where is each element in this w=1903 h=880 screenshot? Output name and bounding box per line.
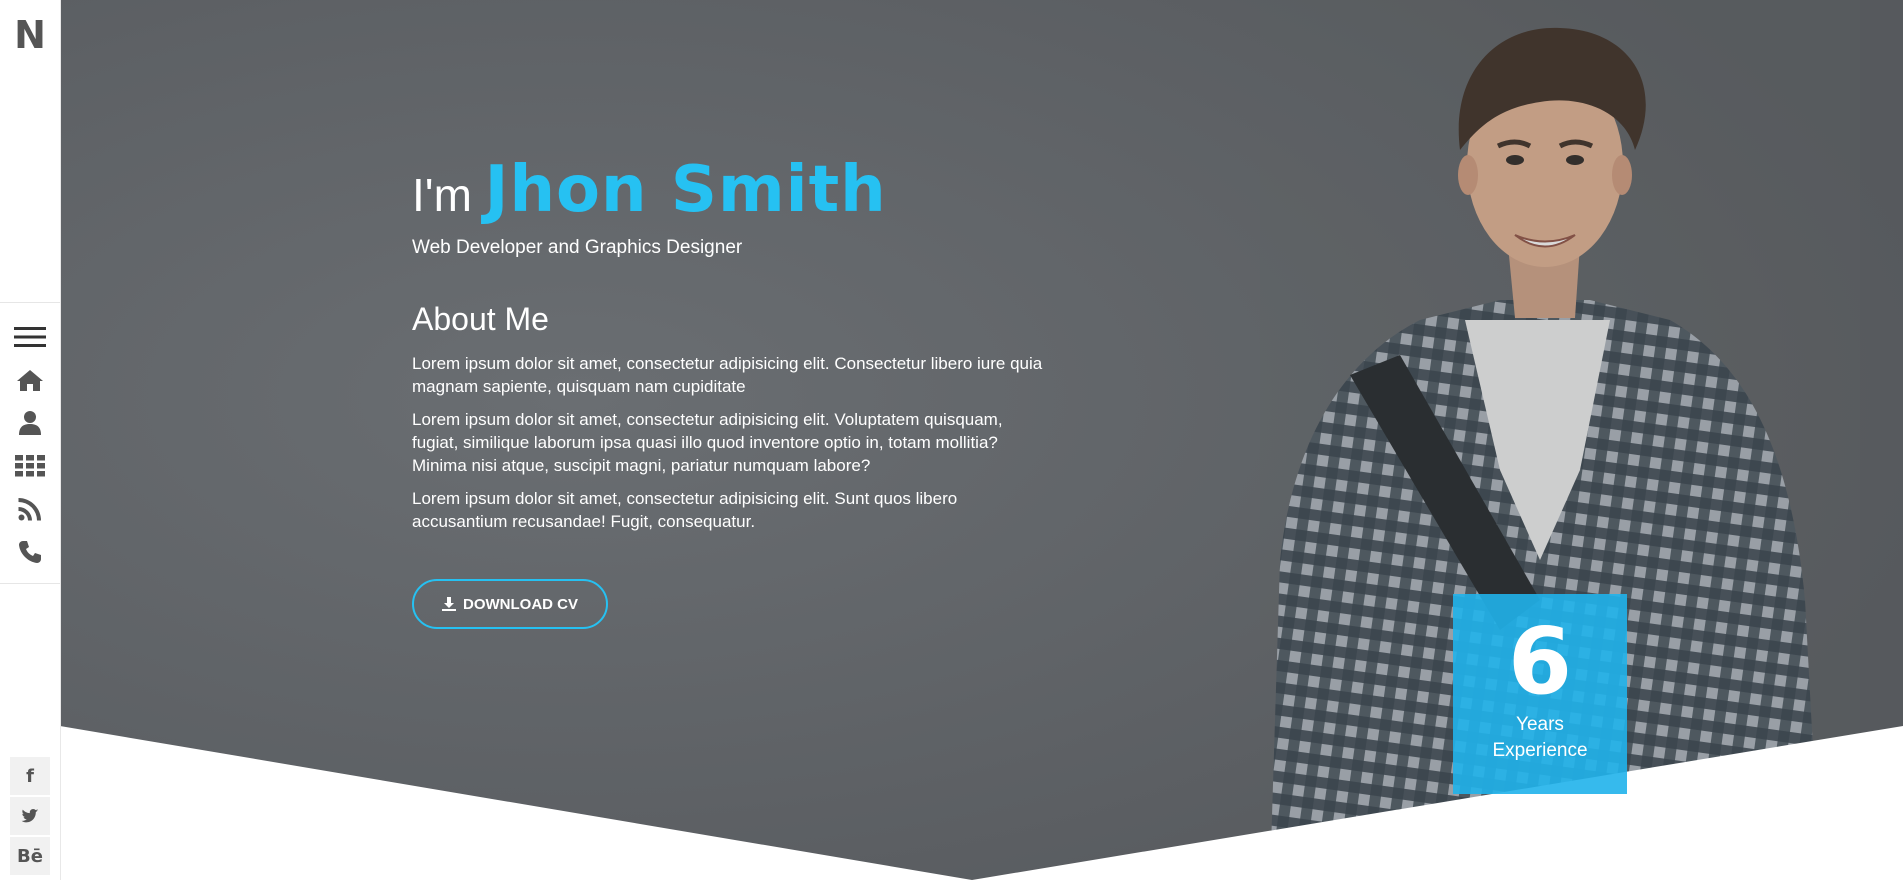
user-icon [19,410,41,435]
experience-badge: 6 Years Experience [1453,594,1627,794]
download-icon [442,597,456,611]
behance-icon: Bē [17,845,43,867]
phone-icon [19,540,41,563]
nav-home[interactable] [0,358,60,401]
sidebar-nav [0,302,60,584]
logo[interactable]: N [0,12,60,58]
download-cv-label: DOWNLOAD CV [463,595,578,613]
hero-section: I'm Jhon Smith Web Developer and Graphic… [60,0,1903,880]
nav-menu[interactable] [0,315,60,358]
greeting-prefix: I'm [412,169,472,221]
about-paragraph: Lorem ipsum dolor sit amet, consectetur … [412,410,1003,475]
social-twitter[interactable] [10,797,50,835]
facebook-icon: f [26,765,34,787]
menu-icon [14,326,46,347]
nav-contact[interactable] [0,530,60,573]
about-paragraph: Lorem ipsum dolor sit amet, consectetur … [412,354,1043,396]
hero-content: I'm Jhon Smith Web Developer and Graphic… [412,150,1112,629]
experience-years: 6 [1507,608,1572,715]
nav-blog[interactable] [0,487,60,530]
download-cv-button[interactable]: DOWNLOAD CV [412,579,608,629]
about-title: About Me [412,301,549,337]
experience-label-line2: Experience [1492,740,1588,761]
twitter-icon [21,808,39,822]
social-links: f Bē [10,757,50,877]
social-facebook[interactable]: f [10,757,50,795]
sidebar: N f Bē [0,0,61,880]
about-paragraph: Lorem ipsum dolor sit amet, consectetur … [412,489,958,531]
grid-icon [15,454,45,476]
home-icon [17,369,43,391]
rss-icon [18,497,41,520]
experience-label-line1: Years [1516,714,1564,735]
social-behance[interactable]: Bē [10,837,50,875]
nav-portfolio[interactable] [0,444,60,487]
nav-about[interactable] [0,401,60,444]
hero-heading: I'm Jhon Smith [412,150,1112,235]
hero-name: Jhon Smith [484,153,887,227]
hero-subtitle: Web Developer and Graphics Designer [412,237,743,258]
